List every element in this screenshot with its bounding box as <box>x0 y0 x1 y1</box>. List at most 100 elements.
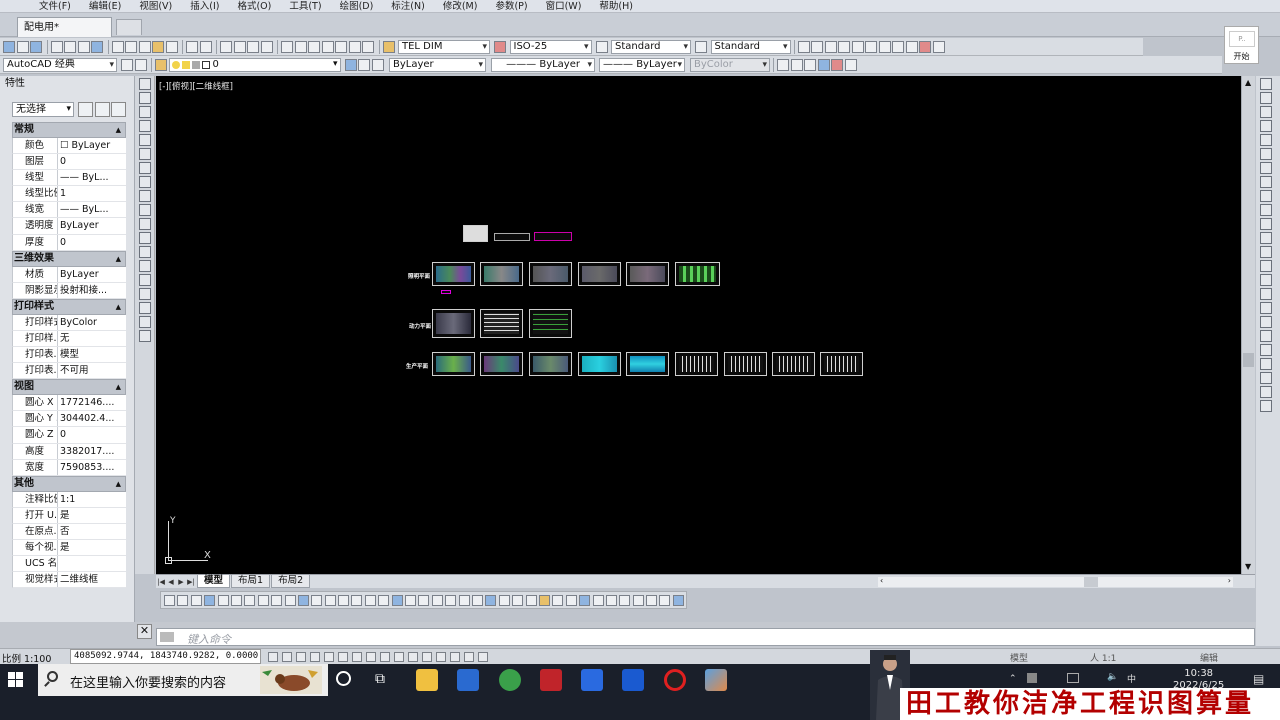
menu-item[interactable]: 插入(I) <box>181 0 228 12</box>
lineweight-select[interactable]: ——— ByLayer <box>599 57 685 72</box>
dimension-tool-icon[interactable] <box>659 594 671 606</box>
property-value[interactable]: 是 <box>58 540 126 555</box>
property-row[interactable]: 注释比例1:1 <box>12 491 126 508</box>
property-row[interactable]: 厚度 0 <box>12 234 126 251</box>
mleader-style-select[interactable]: Standard <box>710 39 791 54</box>
drawing-sheet[interactable] <box>432 352 475 376</box>
draw-tool-icon[interactable] <box>139 302 151 314</box>
select-objects-icon[interactable] <box>95 102 110 117</box>
modify-tool-icon[interactable] <box>1260 232 1272 244</box>
draw-tool-icon[interactable] <box>139 176 151 188</box>
menu-item[interactable]: 帮助(H) <box>590 0 642 12</box>
draw-tool-icon[interactable] <box>139 78 151 90</box>
dimension-tool-icon[interactable] <box>458 594 470 606</box>
properties-icon[interactable] <box>281 40 293 53</box>
layer-select[interactable]: 0 ▾ <box>168 57 341 72</box>
dimension-tool-icon[interactable] <box>177 594 189 606</box>
property-row[interactable]: 图层 0 <box>12 154 126 171</box>
tool-palettes-icon[interactable] <box>308 40 320 53</box>
modify-tool-icon[interactable] <box>1260 372 1272 384</box>
modify-tool-icon[interactable] <box>1260 162 1272 174</box>
property-row[interactable]: 圆心 Z ...0 <box>12 427 126 444</box>
property-row[interactable]: 线型 —— ByL... <box>12 170 126 187</box>
view-front-icon[interactable] <box>851 40 864 53</box>
dimension-tool-icon[interactable] <box>646 594 658 606</box>
draw-tool-icon[interactable] <box>139 316 151 328</box>
task-view-icon[interactable]: ⧉ <box>375 671 385 687</box>
modify-tool-icon[interactable] <box>1260 78 1272 90</box>
command-history-icon[interactable] <box>160 632 174 642</box>
dimension-tool-icon[interactable] <box>311 594 323 606</box>
draw-tool-icon[interactable] <box>139 274 151 286</box>
quick-properties-icon[interactable] <box>436 652 446 662</box>
draw-tool-icon[interactable] <box>139 204 151 216</box>
property-row[interactable]: 圆心 Y ...304402.4... <box>12 411 126 428</box>
notification-icon[interactable]: ▤ <box>1253 672 1264 686</box>
dim-style-icon[interactable] <box>494 40 506 53</box>
transparency-icon[interactable] <box>422 652 432 662</box>
workspace-switch-icon[interactable] <box>478 652 488 662</box>
drawing-sheet[interactable] <box>820 352 863 376</box>
tab-layout1[interactable]: 布局1 <box>231 575 271 588</box>
grid-icon[interactable] <box>296 652 306 662</box>
view-right-icon[interactable] <box>838 40 850 53</box>
new-tab-button[interactable] <box>116 19 142 35</box>
property-row[interactable]: 每个视...是 <box>12 539 126 557</box>
modify-tool-icon[interactable] <box>1260 274 1272 286</box>
tab-model[interactable]: 模型 <box>197 575 231 588</box>
render-icon[interactable] <box>919 40 931 53</box>
block-editor-icon[interactable] <box>165 40 178 53</box>
otrack-icon[interactable] <box>366 652 376 662</box>
osnap-icon[interactable] <box>338 652 348 662</box>
property-row[interactable]: 打印表...模型 <box>12 347 126 364</box>
match-properties-icon[interactable] <box>152 40 164 53</box>
file-explorer-icon[interactable] <box>416 669 438 691</box>
lock-ui-icon[interactable] <box>134 58 147 71</box>
property-row[interactable]: 宽度 7590853.... <box>12 459 126 476</box>
new-file-icon[interactable] <box>3 40 15 53</box>
dimension-tool-icon[interactable] <box>672 594 684 606</box>
dimension-tool-icon[interactable] <box>498 594 510 606</box>
dimension-tool-icon[interactable] <box>405 594 417 606</box>
recorder-icon[interactable] <box>664 669 686 691</box>
snap-icon[interactable] <box>282 652 292 662</box>
property-row[interactable]: UCS 名称 <box>12 556 126 573</box>
drawing-sheet[interactable] <box>463 225 488 242</box>
ime-icon[interactable]: 中 <box>1127 672 1136 685</box>
selection-select[interactable]: 无选择 <box>12 102 74 117</box>
network-icon[interactable] <box>1067 673 1079 683</box>
selection-cycling-icon[interactable] <box>450 652 460 662</box>
modify-tool-icon[interactable] <box>1260 400 1272 412</box>
close-icon[interactable]: ✕ <box>137 624 152 639</box>
property-row[interactable]: 视觉样式二维线框 <box>12 572 126 589</box>
table-style-icon[interactable] <box>595 40 608 53</box>
scale-indicator[interactable]: 比例 1:100 <box>2 651 51 665</box>
view-bottom-icon[interactable] <box>811 40 823 53</box>
property-row[interactable]: 高度 3382017.... <box>12 443 126 460</box>
visual-style-icon[interactable] <box>892 40 904 53</box>
dimension-tool-icon[interactable] <box>271 594 283 606</box>
paste-icon[interactable] <box>138 40 151 53</box>
draw-tool-icon[interactable] <box>139 218 151 230</box>
layer-previous-icon[interactable] <box>358 58 370 71</box>
copy-icon[interactable] <box>125 40 137 53</box>
tab-layout2[interactable]: 布局2 <box>271 575 311 588</box>
drawing-note[interactable] <box>441 290 451 294</box>
property-value[interactable]: 二维线框 <box>58 572 126 587</box>
model-space-button[interactable]: 模型 <box>1010 651 1028 664</box>
quick-select-icon[interactable] <box>111 102 126 117</box>
workspace-settings-icon[interactable] <box>121 58 133 71</box>
dimension-tool-icon[interactable] <box>257 594 269 606</box>
view-left-icon[interactable] <box>824 40 837 53</box>
property-value[interactable]: 0 <box>58 427 126 442</box>
property-group-header[interactable]: 视图 <box>12 379 126 396</box>
dim-style-select[interactable]: ISO-25 <box>509 39 592 54</box>
windows-start-icon[interactable] <box>8 672 24 688</box>
draw-tool-icon[interactable] <box>139 148 151 160</box>
taskbar-search[interactable]: 在这里输入你要搜索的内容 <box>38 664 328 696</box>
conceptual-icon[interactable] <box>831 58 843 71</box>
draw-tool-icon[interactable] <box>139 162 151 174</box>
text-style-icon[interactable] <box>382 40 395 53</box>
dimension-tool-icon[interactable] <box>445 594 457 606</box>
modify-tool-icon[interactable] <box>1260 386 1272 398</box>
